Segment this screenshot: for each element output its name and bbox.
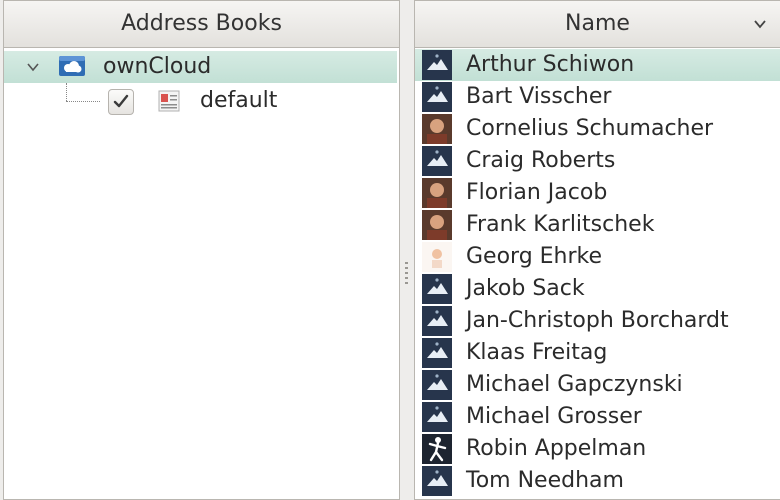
- address-books-header[interactable]: Address Books: [4, 1, 399, 48]
- avatar: [422, 370, 452, 400]
- avatar: [422, 114, 452, 144]
- contacts-pane: Name Arthur Schiwon Bart Visscher Cornel…: [414, 0, 780, 500]
- contact-row[interactable]: Frank Karlitschek: [415, 209, 780, 241]
- avatar: [422, 210, 452, 240]
- avatar: [422, 82, 452, 112]
- splitter-handle[interactable]: [405, 262, 408, 284]
- avatar: [422, 274, 452, 304]
- default-checkbox[interactable]: [108, 89, 134, 115]
- contact-name: Florian Jacob: [466, 180, 608, 205]
- contact-row[interactable]: Cornelius Schumacher: [415, 113, 780, 145]
- contact-row[interactable]: Georg Ehrke: [415, 241, 780, 273]
- avatar: [422, 50, 452, 80]
- contact-name: Robin Appelman: [466, 436, 647, 461]
- address-books-header-label: Address Books: [121, 11, 282, 36]
- contact-row[interactable]: Jan-Christoph Borchardt: [415, 305, 780, 337]
- contact-row[interactable]: Jakob Sack: [415, 273, 780, 305]
- avatar: [422, 306, 452, 336]
- avatar: [422, 434, 452, 464]
- avatar: [422, 146, 452, 176]
- address-books-pane: Address Books ownCloud default: [3, 0, 400, 500]
- tree-item-default[interactable]: default: [4, 85, 397, 117]
- contact-row[interactable]: Michael Grosser: [415, 401, 780, 433]
- contact-row[interactable]: Michael Gapczynski: [415, 369, 780, 401]
- contact-row[interactable]: Tom Needham: [415, 465, 780, 497]
- contact-row[interactable]: Craig Roberts: [415, 145, 780, 177]
- avatar: [422, 178, 452, 208]
- tree-item-label: default: [200, 88, 278, 113]
- avatar: [422, 466, 452, 496]
- contact-name: Klaas Freitag: [466, 340, 608, 365]
- checkmark-icon: [113, 94, 129, 108]
- contact-row[interactable]: Klaas Freitag: [415, 337, 780, 369]
- name-column-header[interactable]: Name: [415, 1, 780, 48]
- contact-name: Cornelius Schumacher: [466, 116, 714, 141]
- address-book-icon: [158, 90, 180, 112]
- contact-name: Arthur Schiwon: [466, 52, 635, 77]
- contact-list: Arthur Schiwon Bart Visscher Cornelius S…: [415, 49, 780, 497]
- tree-item-label: ownCloud: [103, 54, 212, 79]
- contact-name: Frank Karlitschek: [466, 212, 655, 237]
- avatar: [422, 402, 452, 432]
- contact-name: Craig Roberts: [466, 148, 616, 173]
- contact-name: Georg Ehrke: [466, 244, 603, 269]
- contact-name: Michael Grosser: [466, 404, 642, 429]
- contact-row[interactable]: Arthur Schiwon: [415, 49, 780, 81]
- chevron-down-icon[interactable]: [750, 1, 770, 47]
- contact-name: Jakob Sack: [466, 276, 585, 301]
- name-column-label: Name: [565, 11, 630, 36]
- tree-item-owncloud[interactable]: ownCloud: [4, 51, 397, 83]
- contact-name: Tom Needham: [466, 468, 624, 493]
- avatar: [422, 338, 452, 368]
- cloud-network-icon: [59, 56, 85, 76]
- expand-arrow-icon[interactable]: [26, 60, 40, 74]
- contact-name: Jan-Christoph Borchardt: [466, 308, 729, 333]
- avatar: [422, 242, 452, 272]
- contact-row[interactable]: Robin Appelman: [415, 433, 780, 465]
- contact-row[interactable]: Bart Visscher: [415, 81, 780, 113]
- contact-name: Michael Gapczynski: [466, 372, 683, 397]
- contact-row[interactable]: Florian Jacob: [415, 177, 780, 209]
- contact-name: Bart Visscher: [466, 84, 612, 109]
